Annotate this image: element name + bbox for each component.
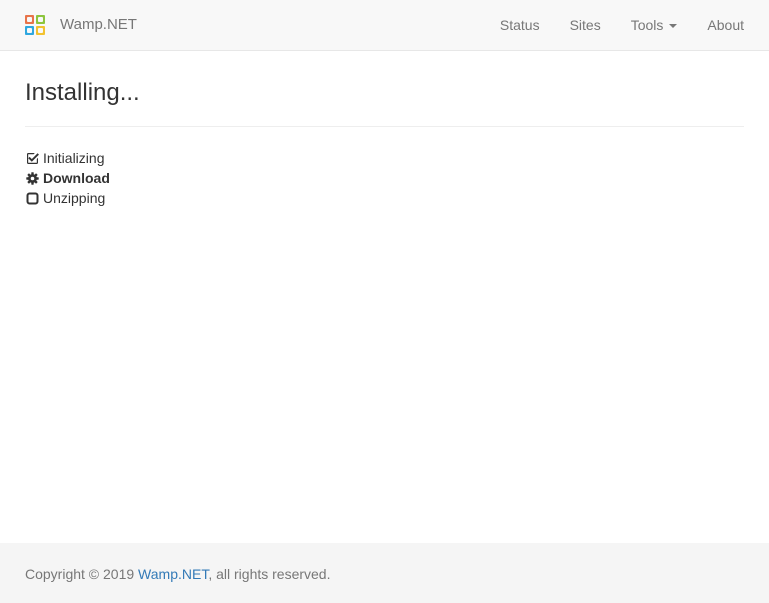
nav-item-label: About bbox=[707, 17, 744, 33]
step-item-unzipping: Unzipping bbox=[25, 188, 744, 208]
step-item-download: Download bbox=[25, 168, 744, 188]
brand-link[interactable]: Wamp.NET bbox=[25, 14, 137, 36]
title-divider bbox=[25, 126, 744, 127]
copyright-suffix: , all rights reserved. bbox=[208, 566, 331, 582]
main-content: Installing... Initializing Download Unzi… bbox=[25, 51, 744, 208]
step-label: Initializing bbox=[43, 150, 105, 166]
page-title: Installing... bbox=[25, 79, 140, 106]
nav-item-sites[interactable]: Sites bbox=[555, 0, 616, 50]
brand-name: Wamp.NET bbox=[60, 16, 137, 33]
gear-icon bbox=[25, 171, 39, 185]
caret-down-icon bbox=[669, 24, 678, 28]
square-icon bbox=[25, 191, 39, 205]
nav-item-about[interactable]: About bbox=[692, 0, 759, 50]
step-label: Download bbox=[43, 170, 110, 186]
nav-item-label: Sites bbox=[569, 17, 601, 33]
top-navbar: Wamp.NET Status Sites Tools About bbox=[0, 0, 769, 51]
check-square-icon bbox=[25, 151, 39, 165]
nav-item-tools-dropdown[interactable]: Tools bbox=[616, 0, 693, 50]
copyright-prefix: Copyright © 2019 bbox=[25, 566, 139, 582]
nav-item-status[interactable]: Status bbox=[485, 0, 555, 50]
nav-item-label: Status bbox=[499, 17, 540, 33]
main-nav: Status Sites Tools About bbox=[485, 0, 759, 50]
install-steps-list: Initializing Download Unzipping bbox=[25, 148, 744, 208]
wamp-logo-icon bbox=[25, 14, 46, 36]
footer-wamp-link[interactable]: Wamp.NET bbox=[138, 566, 208, 582]
step-label: Unzipping bbox=[43, 190, 106, 206]
nav-item-label: Tools bbox=[630, 17, 664, 33]
copyright-text: Copyright © 2019 Wamp.NET, all rights re… bbox=[25, 564, 331, 584]
step-item-initializing: Initializing bbox=[25, 148, 744, 168]
footer: Copyright © 2019 Wamp.NET, all rights re… bbox=[0, 543, 769, 603]
